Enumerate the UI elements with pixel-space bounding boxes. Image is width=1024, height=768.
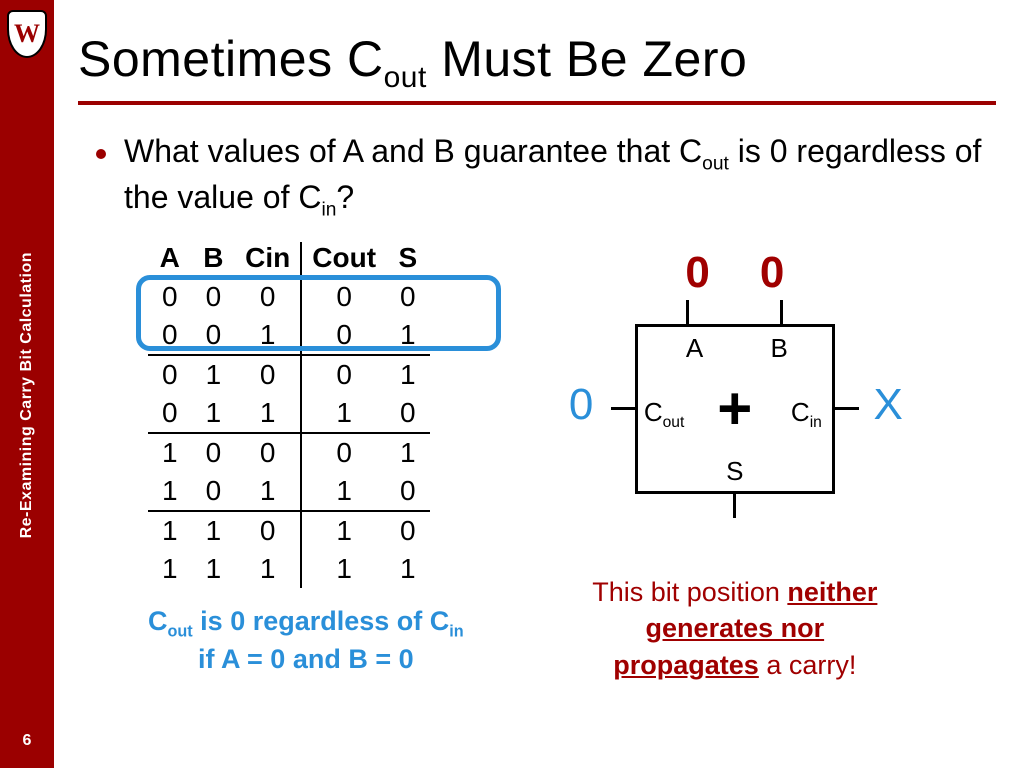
carry-note: This bit position neither generates nor … bbox=[592, 574, 877, 683]
wire-Cout bbox=[611, 407, 635, 410]
val-Cin: X bbox=[873, 380, 902, 430]
table-row: 01001 bbox=[148, 355, 430, 394]
val-Cout: 0 bbox=[569, 380, 593, 430]
adder-diagram: 0 0 0 X + A B Cout Cin S bbox=[555, 248, 915, 548]
crest-letter: W bbox=[14, 19, 40, 49]
val-B: 0 bbox=[760, 248, 784, 298]
table-cell: 1 bbox=[192, 550, 236, 588]
truth-header-row: A B Cin Cout S bbox=[148, 242, 430, 277]
port-Cout-sub: out bbox=[663, 414, 685, 431]
bullet-text: What values of A and B guarantee that Co… bbox=[124, 131, 996, 224]
col-A: A bbox=[148, 242, 192, 277]
cn-2: a carry! bbox=[759, 650, 857, 680]
table-cell: 1 bbox=[148, 550, 192, 588]
plus-icon: + bbox=[717, 379, 752, 439]
table-row: 01110 bbox=[148, 394, 430, 433]
page-number: 6 bbox=[23, 732, 32, 768]
bullet-frag-1: What values of A and B guarantee that C bbox=[124, 133, 702, 169]
col-Cin: Cin bbox=[235, 242, 301, 277]
bn-1s: out bbox=[168, 622, 193, 640]
wire-Cin bbox=[835, 407, 859, 410]
title-sub: out bbox=[384, 61, 427, 94]
bullet-frag-3: ? bbox=[336, 179, 354, 215]
cn-u2: generates nor bbox=[646, 613, 825, 643]
table-cell: 0 bbox=[386, 394, 430, 433]
bottom-note: Cout is 0 regardless of Cin if A = 0 and… bbox=[148, 604, 464, 678]
table-row: 10001 bbox=[148, 433, 430, 472]
table-cell: 1 bbox=[301, 394, 386, 433]
bullet-sub-1: out bbox=[702, 153, 729, 174]
table-cell: 1 bbox=[301, 511, 386, 550]
port-Cout-c: C bbox=[644, 397, 663, 427]
port-A: A bbox=[686, 333, 703, 364]
section-label-text: Re-Examining Carry Bit Calculation bbox=[18, 252, 36, 538]
diagram-column: 0 0 0 X + A B Cout Cin S bbox=[474, 242, 996, 683]
table-cell: 1 bbox=[301, 550, 386, 588]
table-cell: 1 bbox=[148, 511, 192, 550]
port-Cout: Cout bbox=[644, 397, 684, 432]
table-cell: 0 bbox=[192, 472, 236, 511]
table-cell: 1 bbox=[148, 472, 192, 511]
table-cell: 1 bbox=[235, 472, 301, 511]
table-cell: 1 bbox=[192, 355, 236, 394]
wire-S bbox=[733, 494, 736, 518]
cn-1: This bit position bbox=[592, 577, 787, 607]
truth-table-column: A B Cin Cout S 0000000101010010111010001… bbox=[148, 242, 464, 678]
table-row: 10110 bbox=[148, 472, 430, 511]
table-cell: 0 bbox=[192, 433, 236, 472]
table-cell: 0 bbox=[235, 355, 301, 394]
table-cell: 0 bbox=[148, 355, 192, 394]
university-crest-icon: W bbox=[7, 10, 47, 58]
table-row: 11010 bbox=[148, 511, 430, 550]
bn-3: if A = 0 and B = 0 bbox=[198, 644, 414, 674]
table-cell: 1 bbox=[148, 433, 192, 472]
table-cell: 1 bbox=[235, 394, 301, 433]
table-cell: 0 bbox=[301, 433, 386, 472]
bullet-sub-2: in bbox=[321, 200, 336, 221]
title-post: Must Be Zero bbox=[427, 31, 748, 87]
col-Cout: Cout bbox=[301, 242, 386, 277]
title-pre: Sometimes C bbox=[78, 31, 384, 87]
bn-1: C bbox=[148, 606, 168, 636]
table-cell: 1 bbox=[386, 433, 430, 472]
col-B: B bbox=[192, 242, 236, 277]
cn-u1: neither bbox=[787, 577, 877, 607]
table-cell: 1 bbox=[301, 472, 386, 511]
wire-A bbox=[686, 300, 689, 324]
table-cell: 0 bbox=[301, 355, 386, 394]
content-row: A B Cin Cout S 0000000101010010111010001… bbox=[78, 242, 996, 683]
table-row: 11111 bbox=[148, 550, 430, 588]
slide-title: Sometimes Cout Must Be Zero bbox=[78, 30, 996, 105]
port-Cin-sub: in bbox=[810, 414, 822, 431]
adder-box: + A B Cout Cin S bbox=[635, 324, 835, 494]
bullet-dot-icon bbox=[96, 149, 106, 159]
table-cell: 0 bbox=[235, 433, 301, 472]
section-label: Re-Examining Carry Bit Calculation bbox=[18, 58, 36, 732]
highlight-box bbox=[136, 275, 501, 351]
table-cell: 1 bbox=[386, 355, 430, 394]
bn-2: is 0 regardless of C bbox=[193, 606, 450, 636]
port-S: S bbox=[726, 456, 743, 487]
wire-B bbox=[780, 300, 783, 324]
table-cell: 1 bbox=[235, 550, 301, 588]
port-B: B bbox=[770, 333, 787, 364]
table-cell: 0 bbox=[235, 511, 301, 550]
val-A: 0 bbox=[685, 248, 709, 298]
slide-content: Sometimes Cout Must Be Zero What values … bbox=[54, 0, 1024, 768]
sidebar: W Re-Examining Carry Bit Calculation 6 bbox=[0, 0, 54, 768]
table-cell: 1 bbox=[192, 511, 236, 550]
bullet-item: What values of A and B guarantee that Co… bbox=[78, 131, 996, 224]
table-cell: 0 bbox=[386, 511, 430, 550]
cn-u3: propagates bbox=[613, 650, 759, 680]
table-cell: 1 bbox=[386, 550, 430, 588]
col-S: S bbox=[386, 242, 430, 277]
bn-2s: in bbox=[449, 622, 463, 640]
port-Cin-c: C bbox=[791, 397, 810, 427]
input-values: 0 0 bbox=[555, 248, 915, 298]
port-Cin: Cin bbox=[791, 397, 822, 432]
table-cell: 0 bbox=[148, 394, 192, 433]
table-cell: 1 bbox=[192, 394, 236, 433]
table-cell: 0 bbox=[386, 472, 430, 511]
